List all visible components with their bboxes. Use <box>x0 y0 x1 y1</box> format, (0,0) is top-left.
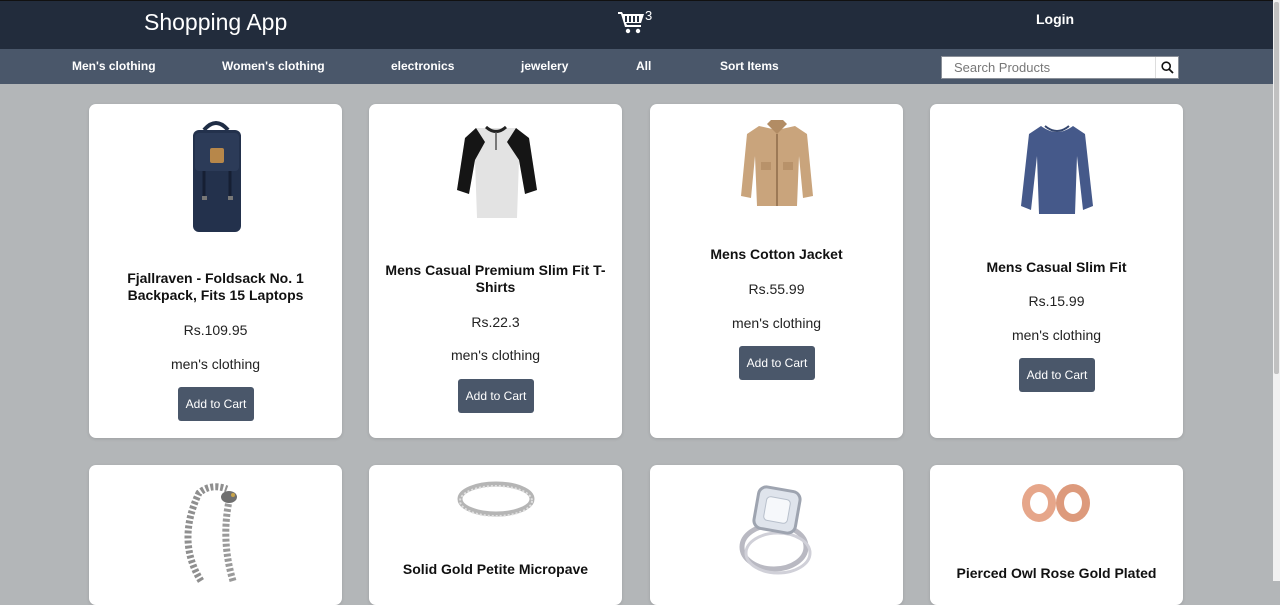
product-title[interactable]: Fjallraven - Foldsack No. 1 Backpack, Fi… <box>101 270 330 304</box>
product-card: Mens Cotton Jacket Rs.55.99 men's clothi… <box>650 104 903 438</box>
dragon-bracelet-image <box>184 483 237 583</box>
product-category: men's clothing <box>450 347 541 363</box>
nav-mens-clothing[interactable]: Men's clothing <box>72 59 156 73</box>
product-image <box>369 120 622 222</box>
product-price: Rs.22.3 <box>471 314 520 330</box>
product-card: Solid Gold Petite Micropave <box>369 465 622 605</box>
nav-womens-clothing[interactable]: Women's clothing <box>222 59 325 73</box>
search-icon <box>1160 61 1174 74</box>
scrollbar-thumb[interactable] <box>1274 2 1279 374</box>
page-scrollbar[interactable] <box>1273 0 1280 581</box>
product-card: Mens Casual Premium Slim Fit T-Shirts Rs… <box>369 104 622 438</box>
nav-electronics[interactable]: electronics <box>391 59 454 73</box>
cart-button[interactable]: 3 <box>618 8 658 38</box>
diamond-ring-image <box>739 485 811 575</box>
product-price: Rs.55.99 <box>748 281 805 297</box>
product-image <box>369 479 622 519</box>
jacket-image <box>740 120 813 206</box>
longsleeve-shirt-image <box>1020 125 1093 214</box>
product-card <box>650 465 903 605</box>
add-to-cart-button[interactable]: Add to Cart <box>739 346 815 380</box>
product-card <box>89 465 342 605</box>
add-to-cart-button[interactable]: Add to Cart <box>458 379 534 413</box>
login-link[interactable]: Login <box>1036 11 1074 27</box>
product-title[interactable]: Pierced Owl Rose Gold Plated <box>942 565 1171 582</box>
app-title: Shopping App <box>144 9 288 35</box>
product-category: men's clothing <box>1011 327 1102 343</box>
cart-count-badge: 3 <box>645 8 653 23</box>
nav-sort-items[interactable]: Sort Items <box>720 59 779 73</box>
product-price: Rs.15.99 <box>1028 293 1085 309</box>
product-image <box>650 120 903 208</box>
product-card: Mens Casual Slim Fit Rs.15.99 men's clot… <box>930 104 1183 438</box>
product-image <box>930 481 1183 527</box>
product-title[interactable]: Mens Casual Premium Slim Fit T-Shirts <box>381 262 610 296</box>
product-card: Fjallraven - Foldsack No. 1 Backpack, Fi… <box>89 104 342 438</box>
product-title[interactable]: Mens Casual Slim Fit <box>942 259 1171 276</box>
product-category: men's clothing <box>731 315 822 331</box>
nav-jewelery[interactable]: jewelery <box>521 59 568 73</box>
top-header: Shopping App 3 Login <box>0 0 1273 50</box>
product-title[interactable]: Mens Cotton Jacket <box>662 246 891 263</box>
product-card: Pierced Owl Rose Gold Plated <box>930 465 1183 605</box>
add-to-cart-button[interactable]: Add to Cart <box>1019 358 1095 392</box>
product-image <box>89 120 342 235</box>
product-image <box>930 122 1183 220</box>
product-title[interactable]: Solid Gold Petite Micropave <box>381 561 610 578</box>
product-image <box>89 481 342 591</box>
rose-gold-plugs-image <box>1021 484 1090 522</box>
search-input[interactable] <box>942 57 1154 78</box>
add-to-cart-button[interactable]: Add to Cart <box>178 387 254 421</box>
product-price: Rs.109.95 <box>183 322 248 338</box>
backpack-image <box>192 121 241 232</box>
silver-ring-image <box>457 481 534 517</box>
raglan-tshirt-image <box>456 125 537 218</box>
product-category: men's clothing <box>170 356 261 372</box>
search-box <box>941 56 1179 79</box>
search-button[interactable] <box>1155 57 1178 78</box>
shopping-cart-icon <box>618 12 644 34</box>
product-image <box>650 481 903 577</box>
nav-all[interactable]: All <box>636 59 651 73</box>
